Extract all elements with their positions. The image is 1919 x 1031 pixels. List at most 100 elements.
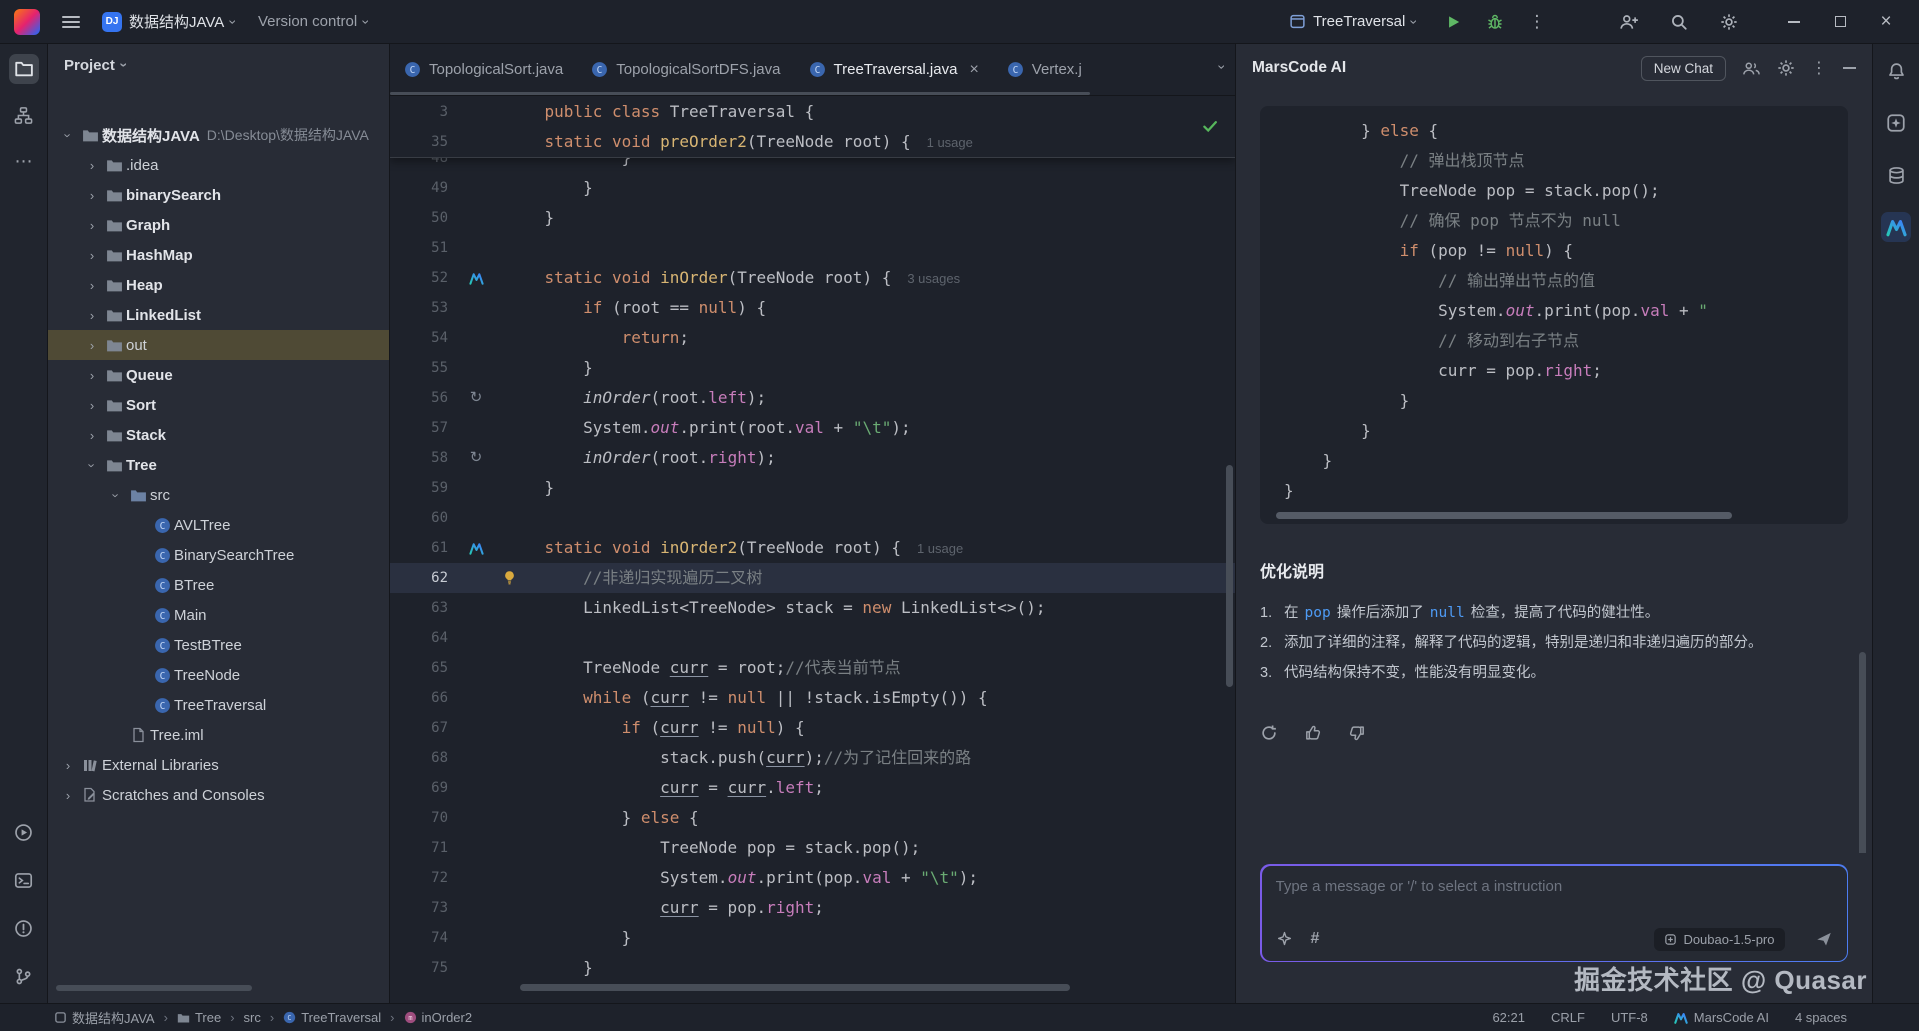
project-tree-item-ExternalLibraries[interactable]: ›External Libraries	[48, 750, 389, 780]
tree-chevron-icon[interactable]: ›	[82, 338, 102, 353]
project-tree-item-binarySearch[interactable]: ›binarySearch	[48, 180, 389, 210]
code-line-70[interactable]: 70 } else {	[390, 803, 1235, 833]
editor-horizontal-scrollbar[interactable]	[520, 984, 1070, 991]
line-number[interactable]: 50	[390, 203, 454, 233]
terminal-tool-window-button[interactable]	[9, 865, 39, 895]
tree-chevron-icon[interactable]: ›	[58, 788, 78, 803]
status-widget-CRLF[interactable]: CRLF	[1551, 1010, 1585, 1025]
code-line-60[interactable]: 60	[390, 503, 1235, 533]
settings-gear-icon[interactable]	[1715, 8, 1743, 36]
marscode-tool-window-button[interactable]	[1881, 212, 1911, 242]
project-tree-item-Heap[interactable]: ›Heap	[48, 270, 389, 300]
code-line-35[interactable]: 35 static void preOrder2(TreeNode root) …	[390, 127, 1235, 157]
run-button[interactable]	[1439, 8, 1467, 36]
tab-close-icon[interactable]: ×	[969, 61, 978, 79]
line-number[interactable]: 62	[390, 563, 454, 593]
ai-settings-gear-icon[interactable]	[1777, 59, 1795, 77]
line-number[interactable]: 53	[390, 293, 454, 323]
line-number[interactable]: 3	[390, 97, 454, 127]
line-number[interactable]: 54	[390, 323, 454, 353]
tree-chevron-icon[interactable]: ›	[82, 398, 102, 413]
more-actions-icon[interactable]: ⋮	[1523, 8, 1551, 36]
line-number[interactable]: 58	[390, 443, 454, 473]
model-selector[interactable]: Doubao-1.5-pro	[1654, 928, 1784, 951]
line-number[interactable]: 35	[390, 127, 454, 157]
tree-chevron-icon[interactable]: ›	[58, 758, 78, 773]
code-line-68[interactable]: 68 stack.push(curr);//为了记住回来的路	[390, 743, 1235, 773]
project-tree-item-JAVA[interactable]: ›数据结构JAVAD:\Desktop\数据结构JAVA	[48, 120, 389, 150]
code-line-58[interactable]: 58↻ inOrder(root.right);	[390, 443, 1235, 473]
project-tree-item-src[interactable]: ›src	[48, 480, 389, 510]
line-number[interactable]: 57	[390, 413, 454, 443]
status-widget-MarsCode-AI[interactable]: MarsCode AI	[1674, 1010, 1769, 1025]
hide-panel-icon[interactable]	[1843, 67, 1856, 69]
marscode-gutter-icon[interactable]	[469, 271, 484, 286]
code-line-55[interactable]: 55 }	[390, 353, 1235, 383]
breadcrumb-src[interactable]: src	[244, 1010, 261, 1025]
ai-more-icon[interactable]: ⋮	[1811, 58, 1827, 78]
code-line-74[interactable]: 74 }	[390, 923, 1235, 953]
breadcrumb-Tree[interactable]: Tree	[177, 1010, 221, 1025]
project-tree-item-.idea[interactable]: ›.idea	[48, 150, 389, 180]
tree-chevron-icon[interactable]: ›	[82, 248, 102, 263]
code-line-73[interactable]: 73 curr = pop.right;	[390, 893, 1235, 923]
recursive-call-icon[interactable]: ↻	[470, 443, 483, 473]
send-message-icon[interactable]	[1815, 930, 1833, 948]
project-tool-window-button[interactable]	[9, 54, 39, 84]
code-block-scrollbar[interactable]	[1276, 512, 1732, 519]
line-number[interactable]: 67	[390, 713, 454, 743]
tree-chevron-icon[interactable]: ›	[82, 188, 102, 203]
tree-chevron-icon[interactable]: ›	[82, 158, 102, 173]
code-line-56[interactable]: 56↻ inOrder(root.left);	[390, 383, 1235, 413]
line-number[interactable]: 51	[390, 233, 454, 263]
editor-tab[interactable]: CTopologicalSortDFS.java	[577, 44, 794, 95]
code-line-71[interactable]: 71 TreeNode pop = stack.pop();	[390, 833, 1235, 863]
project-tree-item-Tree[interactable]: ›Tree	[48, 450, 389, 480]
tree-chevron-icon[interactable]: ›	[82, 278, 102, 293]
ai-assistant-button[interactable]	[1881, 108, 1911, 138]
project-tree-item-TreeNode[interactable]: CTreeNode	[48, 660, 389, 690]
debug-button[interactable]	[1481, 8, 1509, 36]
line-number[interactable]: 52	[390, 263, 454, 293]
code-line-52[interactable]: 52 static void inOrder(TreeNode root) {3…	[390, 263, 1235, 293]
line-number[interactable]: 72	[390, 863, 454, 893]
new-chat-button[interactable]: New Chat	[1641, 56, 1726, 81]
notifications-bell-icon[interactable]	[1881, 56, 1911, 86]
breadcrumb-TreeTraversal[interactable]: CTreeTraversal	[283, 1010, 381, 1025]
code-with-me-icon[interactable]	[1615, 8, 1643, 36]
status-widget-UTF-8[interactable]: UTF-8	[1611, 1010, 1648, 1025]
status-widget-4-spaces[interactable]: 4 spaces	[1795, 1010, 1847, 1025]
code-line-65[interactable]: 65 TreeNode curr = root;//代表当前节点	[390, 653, 1235, 683]
line-number[interactable]: 55	[390, 353, 454, 383]
line-number[interactable]: 73	[390, 893, 454, 923]
commands-sparkle-icon[interactable]	[1276, 931, 1293, 948]
tree-chevron-icon[interactable]: ›	[109, 485, 124, 505]
code-line-3[interactable]: 3 public class TreeTraversal {	[390, 97, 1235, 127]
project-tree-item-Main[interactable]: CMain	[48, 600, 389, 630]
line-number[interactable]: 56	[390, 383, 454, 413]
hidden-tabs-chevron-icon[interactable]: ›	[1216, 65, 1230, 70]
project-panel-header[interactable]: Project ›	[48, 44, 389, 86]
project-tree-item-Stack[interactable]: ›Stack	[48, 420, 389, 450]
code-line-51[interactable]: 51	[390, 233, 1235, 263]
usages-inlay[interactable]: 3 usages	[907, 271, 960, 286]
line-number[interactable]: 60	[390, 503, 454, 533]
editor-tab[interactable]: CTreeTraversal.java×	[795, 44, 993, 95]
thumbs-up-icon[interactable]	[1304, 724, 1322, 742]
problems-tool-window-button[interactable]	[9, 913, 39, 943]
regenerate-icon[interactable]	[1260, 724, 1278, 742]
window-minimize-button[interactable]	[1771, 0, 1817, 44]
status-widget-62-21[interactable]: 62:21	[1492, 1010, 1525, 1025]
line-number[interactable]: 71	[390, 833, 454, 863]
project-tree-item-TestBTree[interactable]: CTestBTree	[48, 630, 389, 660]
code-line-63[interactable]: 63 LinkedList<TreeNode> stack = new Link…	[390, 593, 1235, 623]
project-tree-item-AVLTree[interactable]: CAVLTree	[48, 510, 389, 540]
window-close-button[interactable]: ×	[1863, 0, 1909, 44]
code-line-50[interactable]: 50 }	[390, 203, 1235, 233]
git-tool-window-button[interactable]	[9, 961, 39, 991]
code-line-75[interactable]: 75 }	[390, 953, 1235, 983]
project-horizontal-scrollbar[interactable]	[56, 985, 252, 991]
editor-tab[interactable]: CVertex.java	[993, 44, 1081, 95]
run-tool-window-button[interactable]	[9, 817, 39, 847]
line-number[interactable]: 49	[390, 173, 454, 203]
